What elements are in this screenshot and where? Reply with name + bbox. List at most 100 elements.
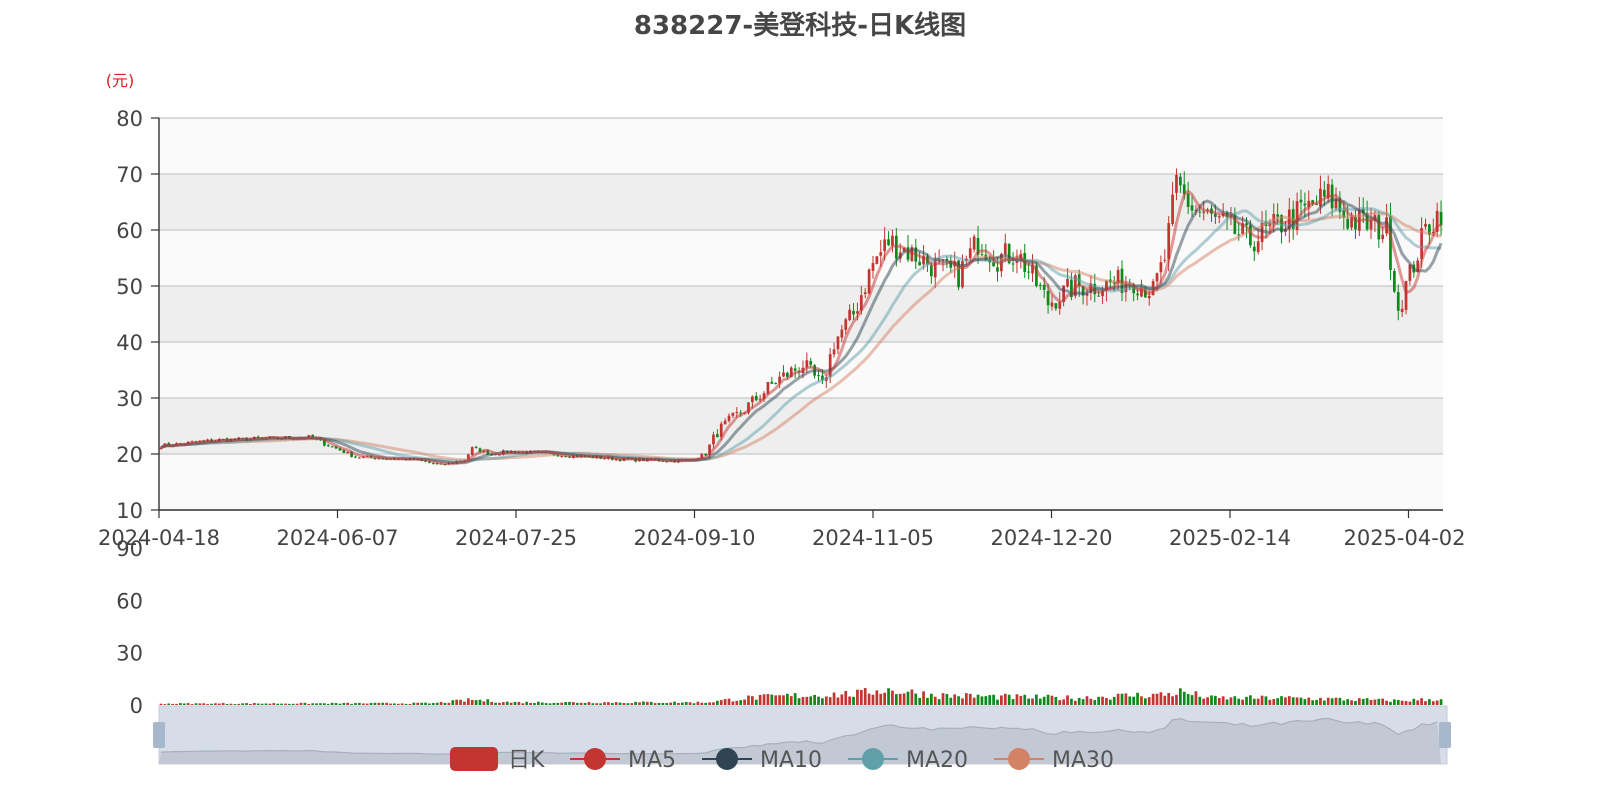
volume-bar xyxy=(669,702,673,705)
candle-body xyxy=(883,239,887,252)
volume-bar xyxy=(284,703,287,705)
volume-bar xyxy=(1015,694,1019,705)
volume-bar xyxy=(315,703,318,705)
volume-bar xyxy=(1229,697,1233,705)
candle-body xyxy=(1400,308,1404,312)
volume-bar xyxy=(1249,695,1252,705)
candle-body xyxy=(1050,302,1054,307)
volume-bar xyxy=(1377,698,1381,705)
volume-bar xyxy=(525,701,529,705)
volume-bar xyxy=(700,702,704,705)
volume-bar xyxy=(1245,696,1248,705)
volume-bar xyxy=(1159,692,1163,705)
volume-bar xyxy=(1023,694,1027,705)
volume-bar xyxy=(840,694,844,705)
volume-bar xyxy=(1435,700,1439,705)
candle-body xyxy=(326,445,330,447)
volume-bar xyxy=(859,690,863,705)
volume-bar xyxy=(1066,695,1069,705)
price-y-axis: 80 70 60 50 40 30 20 10 xyxy=(116,107,160,523)
volume-bar xyxy=(1303,699,1307,705)
volume-bar xyxy=(984,696,988,705)
candle-body xyxy=(731,412,735,416)
candle-body xyxy=(1159,262,1163,273)
volume-bar xyxy=(482,701,486,705)
volume-bar xyxy=(645,701,649,705)
candle-body xyxy=(1299,199,1303,203)
volume-bar xyxy=(1042,696,1046,705)
volume-bar xyxy=(1276,698,1279,705)
x-tick-label: 2024-12-20 xyxy=(990,526,1112,550)
datazoom-handle-right xyxy=(1439,722,1451,748)
volume-bar xyxy=(455,699,459,705)
volume-bar xyxy=(1120,693,1124,705)
volume-bar xyxy=(1350,700,1353,705)
volume-tick-label: 90 xyxy=(116,537,143,561)
volume-bar xyxy=(171,703,174,705)
volume-bar xyxy=(945,694,949,705)
volume-bar xyxy=(470,700,474,705)
x-tick-label: 2024-06-07 xyxy=(276,526,398,550)
volume-bar xyxy=(704,702,708,705)
volume-bar xyxy=(642,701,645,705)
volume-bar xyxy=(163,704,167,705)
volume-bar xyxy=(404,703,408,705)
volume-bar xyxy=(501,702,505,705)
volume-bar xyxy=(1412,698,1416,705)
candle-body xyxy=(358,457,361,459)
volume-bar xyxy=(1237,698,1241,705)
volume-bar xyxy=(1011,699,1015,705)
volume-bar xyxy=(996,699,999,705)
volume-bar xyxy=(521,703,525,705)
candle-body xyxy=(354,456,357,458)
volume-bar xyxy=(350,703,353,705)
volume-bar xyxy=(517,701,521,705)
volume-bar xyxy=(836,697,840,705)
candle-body xyxy=(1319,188,1322,207)
price-tick-label: 60 xyxy=(116,219,143,243)
volume-bar xyxy=(735,700,739,705)
volume-bar xyxy=(431,703,435,705)
volume-bar xyxy=(1404,701,1408,705)
volume-tick-label: 30 xyxy=(116,642,143,666)
volume-bar xyxy=(490,701,494,705)
candle-body xyxy=(844,319,848,330)
volume-bar xyxy=(599,703,602,705)
volume-bar xyxy=(680,702,684,705)
candle-body xyxy=(832,349,836,355)
volume-bar xyxy=(568,701,571,705)
volume-bar xyxy=(560,702,564,705)
legend-marker-icon xyxy=(1008,748,1030,770)
volume-bar xyxy=(968,693,972,705)
volume-bar xyxy=(1050,695,1054,705)
candle-body xyxy=(1377,215,1381,240)
volume-bar xyxy=(797,698,801,705)
volume-bar xyxy=(692,703,696,705)
volume-bar xyxy=(268,703,272,705)
volume-bar xyxy=(1280,696,1283,705)
volume-bar xyxy=(887,688,890,705)
volume-bar xyxy=(863,688,867,705)
volume-bar xyxy=(630,703,634,705)
volume-bar xyxy=(252,703,256,705)
volume-bar xyxy=(1361,698,1365,705)
candle-body xyxy=(1136,293,1139,296)
candle-body xyxy=(735,412,739,414)
legend-marker-icon xyxy=(584,748,606,770)
volume-bar xyxy=(206,704,209,705)
price-tick-label: 70 xyxy=(116,163,143,187)
volume-bar xyxy=(1101,696,1104,705)
volume-bar xyxy=(198,703,202,705)
legend-marker-icon xyxy=(716,748,738,770)
volume-bar xyxy=(937,699,941,705)
volume-bar xyxy=(260,703,264,705)
volume-bar xyxy=(498,702,501,705)
volume-bar xyxy=(1233,696,1237,705)
volume-bar xyxy=(579,702,583,705)
candle-body xyxy=(1190,205,1194,211)
volume-bar xyxy=(688,702,692,705)
volume-bar xyxy=(910,689,914,705)
volume-bar xyxy=(638,702,641,705)
volume-bar xyxy=(358,702,361,705)
volume-bar xyxy=(478,699,482,705)
